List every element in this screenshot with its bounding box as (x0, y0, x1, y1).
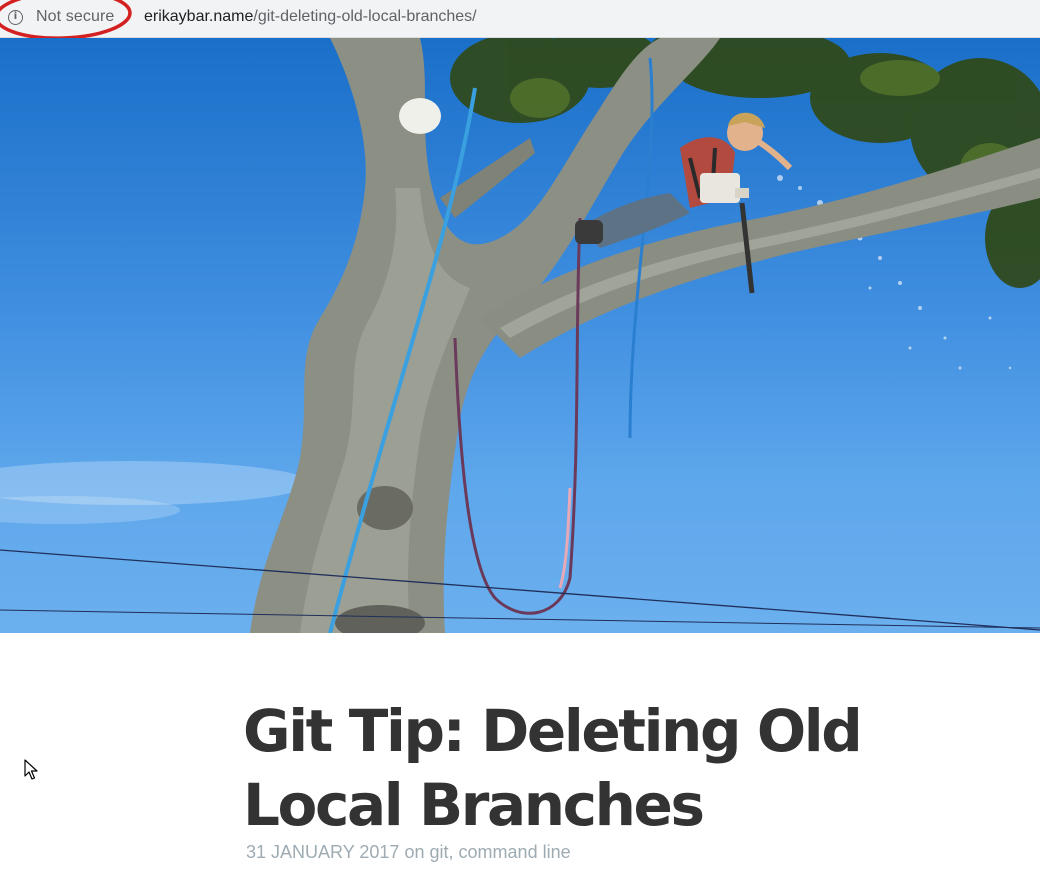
url-domain: erikaybar.name (144, 8, 254, 25)
post-meta: 31 JANUARY 2017 on git, command line (246, 842, 571, 863)
security-indicator[interactable]: i Not secure (8, 6, 114, 28)
post-date: 31 JANUARY 2017 (246, 842, 400, 862)
url-text[interactable]: erikaybar.name/git-deleting-old-local-br… (144, 6, 477, 28)
tree-cutting-illustration (0, 38, 1040, 633)
mouse-pointer-icon (24, 759, 38, 780)
hero-image (0, 38, 1040, 633)
address-bar: i Not secure erikaybar.name/git-deleting… (0, 0, 1040, 40)
tag-git[interactable]: git (430, 842, 449, 862)
tag-separator: , (448, 842, 454, 862)
tag-command-line[interactable]: command line (459, 842, 571, 862)
info-icon: i (8, 9, 23, 25)
post-on-word: on (404, 842, 425, 862)
url-path: /git-deleting-old-local-branches/ (253, 8, 477, 25)
post-title: Git Tip: Deleting Old Local Branches (243, 697, 863, 839)
security-label: Not secure (36, 8, 115, 25)
